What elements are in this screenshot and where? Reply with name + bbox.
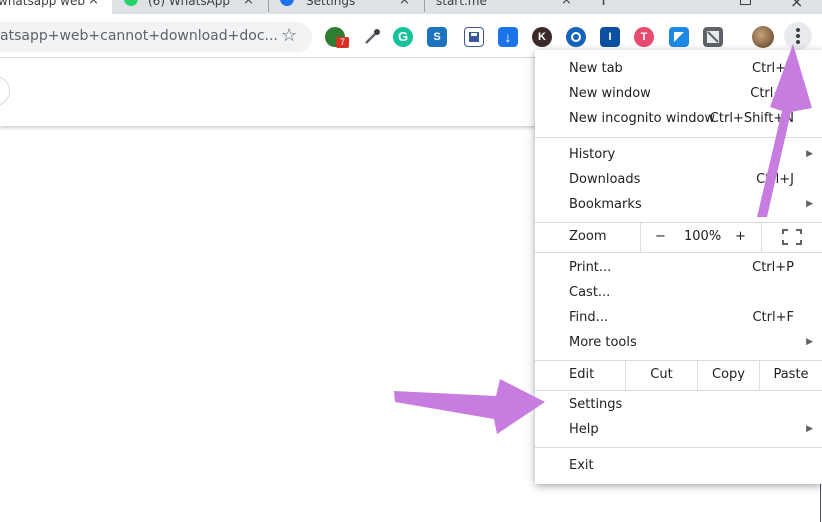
extension-s-icon[interactable]: S xyxy=(427,27,447,47)
menu-item-history[interactable]: History ▶ xyxy=(535,142,822,167)
paste-label: Paste xyxy=(773,367,809,382)
annotation-arrow-to-settings xyxy=(394,379,545,434)
grammarly-icon[interactable]: G xyxy=(393,27,413,47)
fullscreen-button[interactable] xyxy=(761,222,822,252)
menu-item-exit[interactable]: Exit xyxy=(535,453,822,478)
page-header-card xyxy=(0,58,560,126)
tab-close-icon[interactable]: × xyxy=(88,0,99,8)
fullscreen-icon xyxy=(782,229,802,245)
tab-separator xyxy=(268,0,269,12)
tab-start-me[interactable]: start.me × xyxy=(426,0,578,14)
whatsapp-icon xyxy=(124,0,138,6)
menu-separator xyxy=(535,390,822,391)
menu-row-edit: Edit Cut Copy Paste xyxy=(535,360,822,390)
menu-separator xyxy=(535,137,822,138)
new-tab-button[interactable]: + xyxy=(592,0,616,14)
minus-icon: − xyxy=(655,229,666,244)
download-icon[interactable]: ↓ xyxy=(498,27,518,47)
menu-shortcut: Ctrl+F xyxy=(752,310,794,325)
restore-window-icon[interactable] xyxy=(740,0,751,5)
extension-gray-icon[interactable] xyxy=(703,27,723,47)
close-window-icon[interactable]: × xyxy=(790,0,803,11)
plus-icon: + xyxy=(596,0,611,9)
menu-item-downloads[interactable]: Downloads Ctrl+J xyxy=(535,167,822,192)
tab-settings[interactable]: Settings × xyxy=(270,0,422,14)
avatar[interactable] xyxy=(752,26,774,48)
tab-title: (6) WhatsApp xyxy=(148,0,231,8)
extension-k-icon[interactable]: K xyxy=(532,27,552,47)
menu-label: More tools xyxy=(569,335,637,350)
tab-title: Settings xyxy=(306,0,356,8)
more-options-icon[interactable] xyxy=(784,22,812,50)
menu-item-new-window[interactable]: New window Ctrl+N xyxy=(535,81,822,106)
paste-button[interactable]: Paste xyxy=(759,360,822,390)
menu-shortcut: Ctrl+Shift+N xyxy=(709,111,794,126)
tab-title: whatsapp web xyxy=(0,0,85,8)
extension-badge: 7 xyxy=(336,37,349,48)
menu-label: Settings xyxy=(569,397,623,412)
zoom-out-button[interactable]: − xyxy=(640,222,680,252)
copy-label: Copy xyxy=(712,367,745,382)
extension-blue-icon[interactable] xyxy=(566,27,586,47)
tab-whatsapp-web[interactable]: whatsapp web × xyxy=(0,0,112,14)
cut-label: Cut xyxy=(650,367,673,382)
menu-label: Print... xyxy=(569,260,612,275)
menu-item-new-tab[interactable]: New tab Ctrl+T xyxy=(535,56,822,81)
menu-shortcut: Ctrl+T xyxy=(752,61,794,76)
extension-square-icon[interactable] xyxy=(669,27,689,47)
tab-whatsapp[interactable]: (6) WhatsApp × xyxy=(114,0,266,14)
menu-shortcut: Ctrl+N xyxy=(750,86,794,101)
address-bar-text: atsapp+web+cannot+download+doc... xyxy=(0,28,278,44)
menu-item-help[interactable]: Help ▶ xyxy=(535,417,822,442)
star-icon[interactable]: ☆ xyxy=(281,25,297,46)
menu-label: Edit xyxy=(569,367,595,382)
menu-label: Exit xyxy=(569,458,594,473)
tab-title: start.me xyxy=(436,0,487,8)
tab-close-icon[interactable]: × xyxy=(561,0,572,8)
menu-item-print[interactable]: Print... Ctrl+P xyxy=(535,255,822,280)
tab-separator xyxy=(424,0,425,12)
menu-label: Cast... xyxy=(569,285,611,300)
zoom-in-button[interactable]: + xyxy=(735,222,746,252)
menu-item-new-incognito-window[interactable]: New incognito window Ctrl+Shift+N xyxy=(535,106,822,131)
menu-item-bookmarks[interactable]: Bookmarks ▶ xyxy=(535,192,822,217)
submenu-arrow-icon: ▶ xyxy=(806,424,813,434)
extension-t-icon[interactable]: T xyxy=(634,27,654,47)
menu-shortcut: Ctrl+P xyxy=(752,260,794,275)
menu-item-cast[interactable]: Cast... xyxy=(535,280,822,305)
submenu-arrow-icon: ▶ xyxy=(806,337,813,347)
menu-label: Find... xyxy=(569,310,609,325)
extension-i-icon[interactable]: I xyxy=(600,27,620,47)
menu-label: New window xyxy=(569,86,651,101)
menu-label: New tab xyxy=(569,61,623,76)
menu-label: Downloads xyxy=(569,172,641,187)
tab-strip: whatsapp web × (6) WhatsApp × Settings ×… xyxy=(0,0,822,14)
menu-row-zoom: Zoom − 100% + xyxy=(535,222,822,252)
menu-separator xyxy=(535,252,822,253)
menu-shortcut: Ctrl+J xyxy=(756,172,794,187)
menu-separator xyxy=(535,447,822,448)
menu-label: Zoom xyxy=(569,229,607,244)
menu-item-settings[interactable]: Settings xyxy=(535,392,822,417)
zoom-level: 100% xyxy=(684,229,722,244)
menu-item-find[interactable]: Find... Ctrl+F xyxy=(535,305,822,330)
submenu-arrow-icon: ▶ xyxy=(806,149,813,159)
menu-label: New incognito window xyxy=(569,111,716,126)
extension-save-icon[interactable] xyxy=(464,27,484,47)
tab-close-icon[interactable]: × xyxy=(399,0,410,8)
tab-close-icon[interactable]: × xyxy=(243,0,254,8)
cut-button[interactable]: Cut xyxy=(625,360,697,390)
copy-button[interactable]: Copy xyxy=(697,360,759,390)
submenu-arrow-icon: ▶ xyxy=(806,199,813,209)
gear-icon xyxy=(280,0,294,6)
menu-item-more-tools[interactable]: More tools ▶ xyxy=(535,330,822,355)
eyedropper-icon[interactable] xyxy=(362,27,382,47)
menu-label: Bookmarks xyxy=(569,197,642,212)
chrome-menu: New tab Ctrl+T New window Ctrl+N New inc… xyxy=(535,50,822,484)
page-search-field[interactable] xyxy=(0,76,10,106)
address-bar[interactable]: atsapp+web+cannot+download+doc... ☆ xyxy=(0,22,312,52)
menu-label: History xyxy=(569,147,616,162)
menu-label: Help xyxy=(569,422,599,437)
